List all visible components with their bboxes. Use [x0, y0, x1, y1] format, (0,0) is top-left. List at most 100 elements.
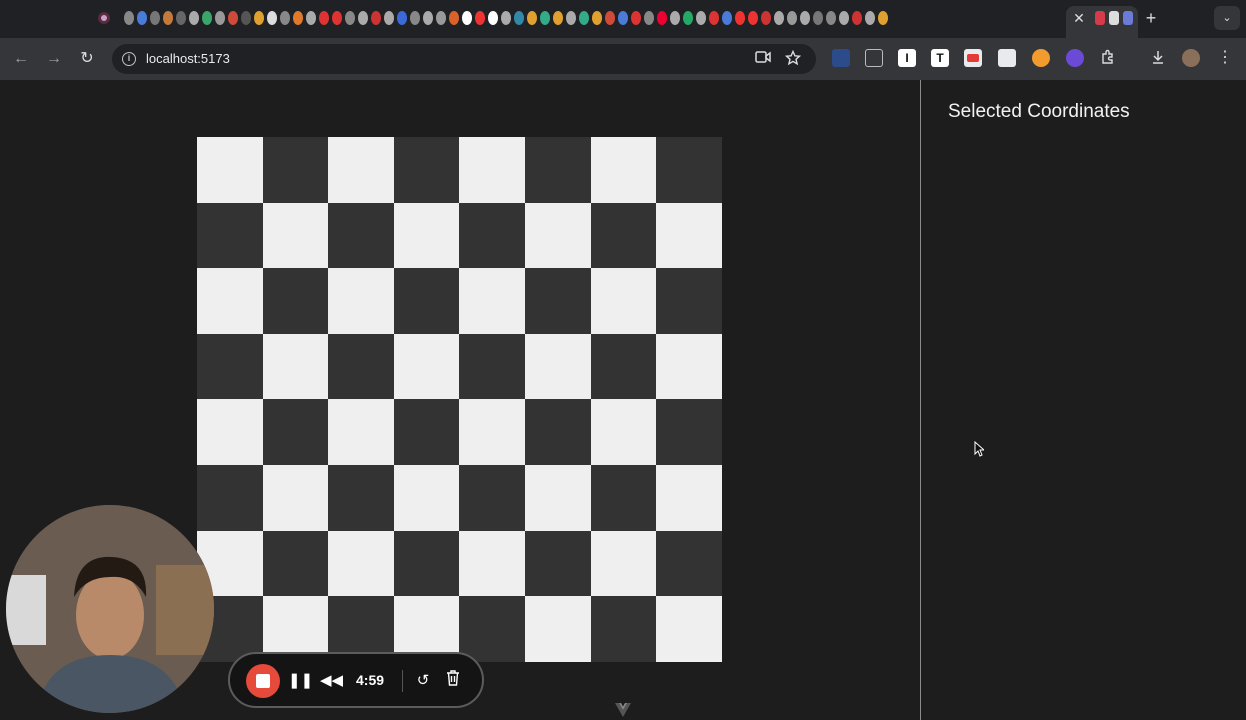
tab-favicon-icon[interactable] — [124, 11, 134, 25]
new-tab-button[interactable]: + — [1142, 8, 1160, 28]
tab-favicon-icon[interactable] — [267, 11, 277, 25]
tab-favicon-icon[interactable] — [475, 11, 485, 25]
tab-favicon-icon[interactable] — [787, 11, 797, 25]
pinned-tab-favicons[interactable] — [124, 11, 1064, 27]
board-square[interactable] — [262, 399, 329, 465]
tab-favicon-icon[interactable] — [150, 11, 160, 25]
tab-favicon-icon[interactable] — [839, 11, 849, 25]
tab-favicon-icon[interactable] — [371, 11, 381, 25]
board-square[interactable] — [262, 137, 329, 203]
tab-search-button[interactable]: ⌄ — [1214, 6, 1240, 30]
tab-favicon-icon[interactable] — [774, 11, 784, 25]
tab-favicon-icon[interactable] — [241, 11, 251, 25]
board-square[interactable] — [590, 268, 657, 334]
board-square[interactable] — [459, 530, 525, 597]
board-square[interactable] — [393, 530, 460, 597]
restart-icon[interactable]: ↺ — [412, 670, 434, 692]
board-square[interactable] — [524, 137, 591, 203]
board-square[interactable] — [524, 596, 591, 662]
tab-favicon-icon[interactable] — [878, 11, 888, 25]
board-square[interactable] — [197, 333, 263, 400]
tab-favicon-icon[interactable] — [683, 11, 693, 25]
tab-favicon-icon[interactable] — [137, 11, 147, 25]
board-square[interactable] — [524, 530, 591, 597]
reload-button[interactable]: ↻ — [74, 46, 100, 72]
tab-favicon-icon[interactable] — [748, 11, 758, 25]
tab-favicon-icon[interactable] — [566, 11, 576, 25]
board-square[interactable] — [197, 202, 263, 269]
board-square[interactable] — [524, 399, 591, 465]
board-square[interactable] — [197, 399, 263, 465]
board-square[interactable] — [656, 464, 722, 531]
board-square[interactable] — [590, 464, 657, 531]
webcam-overlay[interactable] — [6, 505, 214, 713]
extension-i-icon[interactable]: I — [898, 49, 916, 67]
board-square[interactable] — [524, 333, 591, 400]
tab-favicon-icon[interactable] — [618, 11, 628, 25]
board-square[interactable] — [459, 464, 525, 531]
tab-favicon-icon[interactable] — [605, 11, 615, 25]
board-square[interactable] — [590, 399, 657, 465]
extension-chart-icon[interactable] — [832, 49, 850, 67]
board-square[interactable] — [656, 399, 722, 465]
extension-edit-icon[interactable] — [998, 49, 1016, 67]
tab-favicon-icon[interactable] — [540, 11, 550, 25]
extension-reader-icon[interactable] — [865, 49, 883, 67]
board-square[interactable] — [459, 137, 525, 203]
tab-favicon-icon[interactable] — [358, 11, 368, 25]
tab-favicon-icon[interactable] — [449, 11, 459, 25]
close-tab-icon[interactable]: ✕ — [1072, 10, 1086, 26]
board-square[interactable] — [197, 137, 263, 203]
board-square[interactable] — [328, 464, 394, 531]
tab-favicon-icon[interactable] — [852, 11, 862, 25]
tab-favicon-icon[interactable] — [709, 11, 719, 25]
extension-orange-icon[interactable] — [1032, 49, 1050, 67]
tab-favicon-icon[interactable] — [696, 11, 706, 25]
extension-purple-icon[interactable] — [1066, 49, 1084, 67]
tab-favicon-icon[interactable] — [579, 11, 589, 25]
board-square[interactable] — [459, 202, 525, 269]
board-square[interactable] — [524, 464, 591, 531]
extension-t-icon[interactable]: T — [931, 49, 949, 67]
tab-favicon-icon[interactable] — [345, 11, 355, 25]
board-square[interactable] — [393, 333, 460, 400]
tab-favicon-icon[interactable] — [735, 11, 745, 25]
tab-favicon-icon[interactable] — [280, 11, 290, 25]
extension-pdf-icon[interactable] — [964, 49, 982, 67]
board-square[interactable] — [197, 268, 263, 334]
site-info-icon[interactable]: i — [122, 52, 136, 66]
tab-favicon-icon[interactable] — [553, 11, 563, 25]
board-square[interactable] — [262, 464, 329, 531]
menu-icon[interactable]: ⋮ — [1216, 49, 1234, 67]
tab-favicon-icon[interactable] — [410, 11, 420, 25]
camera-icon[interactable] — [754, 50, 772, 68]
board-square[interactable] — [328, 333, 394, 400]
tab-favicon-icon[interactable] — [254, 11, 264, 25]
stop-recording-button[interactable] — [246, 664, 280, 698]
tab-favicon-icon[interactable] — [215, 11, 225, 25]
profile-avatar[interactable] — [1182, 49, 1200, 67]
tab-favicon-icon[interactable] — [306, 11, 316, 25]
board-square[interactable] — [656, 202, 722, 269]
board-square[interactable] — [524, 268, 591, 334]
pause-button[interactable]: ❚❚ — [288, 670, 313, 692]
board-square[interactable] — [328, 530, 394, 597]
board-square[interactable] — [459, 596, 525, 662]
rewind-button[interactable]: ◀◀ — [320, 670, 343, 692]
back-button[interactable]: ← — [8, 46, 34, 72]
board-square[interactable] — [590, 530, 657, 597]
tab-favicon-icon[interactable] — [592, 11, 602, 25]
tab-favicon-icon[interactable] — [722, 11, 732, 25]
tab-favicon-icon[interactable] — [202, 11, 212, 25]
url-text[interactable]: localhost:5173 — [146, 51, 230, 66]
board-square[interactable] — [590, 333, 657, 400]
board-square[interactable] — [262, 530, 329, 597]
vue-devtools-icon[interactable] — [614, 702, 632, 718]
address-bar[interactable]: i localhost:5173 — [112, 44, 816, 74]
tab-favicon-icon[interactable] — [800, 11, 810, 25]
board-square[interactable] — [656, 333, 722, 400]
tab-favicon-icon[interactable] — [384, 11, 394, 25]
board-square[interactable] — [656, 530, 722, 597]
board-square[interactable] — [393, 399, 460, 465]
board-square[interactable] — [590, 596, 657, 662]
